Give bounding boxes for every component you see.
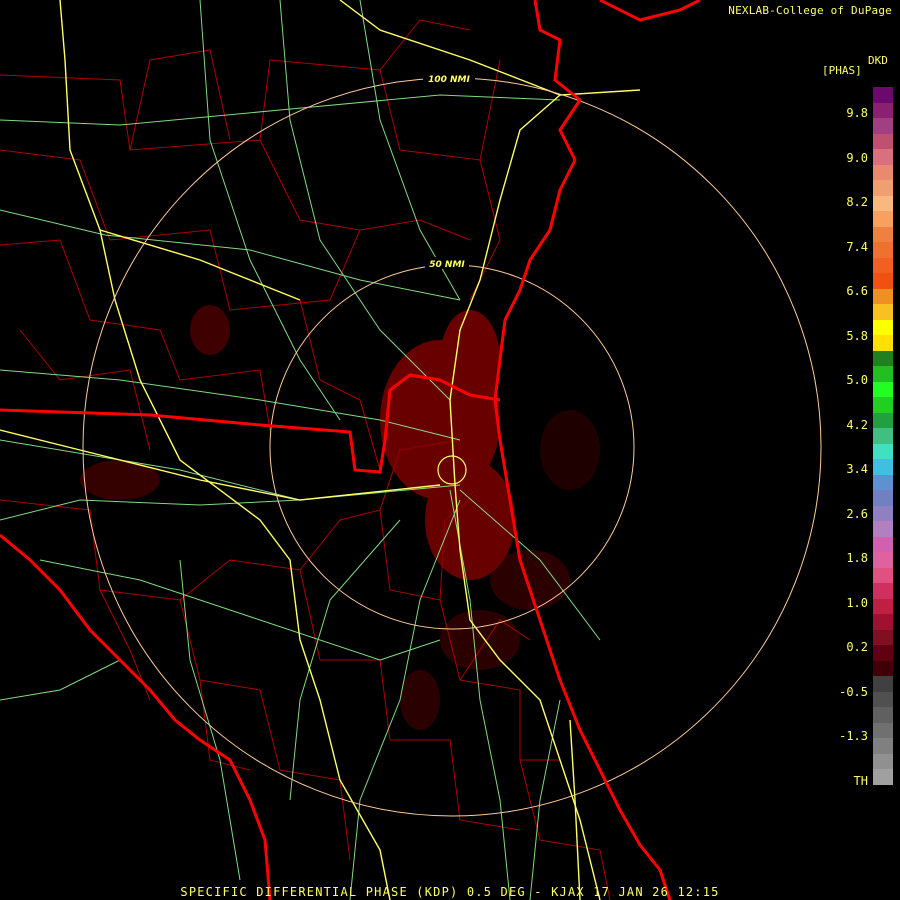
color-scale-segment [873,614,893,630]
color-scale-bar [873,87,893,801]
color-scale-segment [873,335,893,351]
color-scale-tick-label: 5.0 [846,373,868,387]
color-scale-segment [873,443,893,460]
color-scale-tick-label: 6.6 [846,284,868,298]
color-scale-segment [873,676,893,692]
color-scale-segment [873,257,893,274]
color-scale-tick-label: -0.5 [839,684,868,699]
color-scale-segment [873,350,893,367]
color-scale-segment [873,505,893,522]
color-scale-segment [873,722,893,739]
color-scale-segment [873,381,893,398]
color-scale-segment [873,691,893,708]
color-scale-segment [873,242,893,258]
color-scale-segment [873,536,893,553]
color-scale-segment [873,288,893,305]
color-scale-segment [873,412,893,429]
color-scale-tick-label: 1.0 [846,595,868,610]
color-scale-segment [873,567,893,584]
color-scale-segment [873,149,893,165]
color-scale-segment [873,226,893,243]
color-scale-segment [873,474,893,491]
color-scale-segment [873,769,893,785]
color-scale-tick-label: 3.4 [846,462,868,476]
color-scale-segment [873,180,893,196]
color-scale-tick-label: 8.2 [846,195,868,209]
color-scale-segment [873,164,893,181]
radar-map: 50 NMI 100 NMI [0,0,822,900]
color-scale-segment [873,319,893,336]
color-scale-segment [873,598,893,615]
color-scale-segment [873,195,893,212]
color-scale-segment [873,118,893,134]
color-scale-tick-label: 4.2 [846,417,868,432]
color-scale-segment [873,102,893,119]
color-scale-tick-label: 1.8 [846,551,868,565]
color-scale-segment [873,397,893,413]
color-scale-segment [873,645,893,661]
color-scale-tick-label: 0.2 [846,640,868,654]
color-scale-tick-label: 2.6 [846,506,868,521]
color-scale-tick-label: 9.8 [846,106,868,120]
color-scale-segment [873,629,893,646]
color-scale-tick-label: 5.8 [846,328,868,343]
product-caption: SPECIFIC DIFFERENTIAL PHASE (KDP) 0.5 DE… [180,885,720,899]
color-scale-segment [873,304,893,320]
color-scale-segment [873,366,893,382]
legend-product-label: DKD [868,54,888,67]
color-scale-segment [873,521,893,537]
ring-labels: 50 NMI 100 NMI [423,72,475,270]
color-scale-segment [873,133,893,150]
color-scale-segment [873,273,893,289]
roads [0,0,601,900]
color-scale-segment [873,428,893,444]
color-scale-segment [873,490,893,506]
color-scale-tick-label: 7.4 [846,239,868,254]
county-lines [0,19,611,900]
color-scale-segment [873,459,893,475]
ring-label-50: 50 NMI [429,260,465,270]
color-scale-segment [873,738,893,754]
color-scale-segment [873,552,893,568]
color-scale-segment [873,707,893,723]
color-scale-tick-label: 9.0 [846,150,868,165]
color-scale-segment [873,753,893,770]
color-scale-segment [873,784,893,801]
credit-label: NEXLAB-College of DuPage [728,4,892,17]
color-scale-tick-label: TH [853,773,868,788]
kdp-returns [80,305,600,730]
ring-label-100: 100 NMI [428,75,470,85]
color-scale-segment [873,583,893,599]
color-scale-tick-label: -1.3 [839,729,868,743]
coastline-gulf [0,533,272,900]
color-scale-segment [873,87,893,103]
legend-unit-label: [PHAS] [822,64,862,77]
color-scale-segment [873,660,893,677]
color-scale-segment [873,211,893,227]
